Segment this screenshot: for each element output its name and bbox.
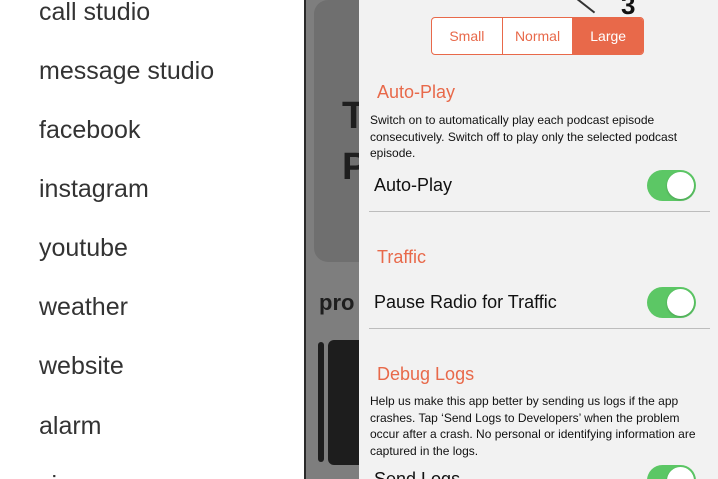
menu-item-youtube[interactable]: youtube xyxy=(39,233,128,263)
toggle-knob xyxy=(667,467,694,479)
text-size-large-button[interactable]: Large xyxy=(573,18,643,54)
traffic-section-title: Traffic xyxy=(377,247,427,267)
text-size-small-button[interactable]: Small xyxy=(432,18,503,54)
autoplay-section-title: Auto-Play xyxy=(377,82,456,102)
send-logs-label: Send Logs xyxy=(374,469,461,479)
menu-item-sign[interactable]: sign xyxy=(39,470,85,479)
send-logs-toggle[interactable] xyxy=(647,465,696,479)
row-separator xyxy=(369,211,710,212)
menu-item-weather[interactable]: weather xyxy=(39,292,128,322)
menu-item-website[interactable]: website xyxy=(39,351,124,381)
autoplay-toggle[interactable] xyxy=(647,170,696,201)
text-size-normal-button[interactable]: Normal xyxy=(503,18,574,54)
menu-item-message-studio[interactable]: message studio xyxy=(39,56,214,86)
menu-item-facebook[interactable]: facebook xyxy=(39,115,140,145)
menu-item-instagram[interactable]: instagram xyxy=(39,174,149,204)
row-separator xyxy=(369,328,710,329)
debug-logs-section-title: Debug Logs xyxy=(377,364,475,384)
menu-item-call-studio[interactable]: call studio xyxy=(39,0,150,27)
autoplay-label: Auto-Play xyxy=(374,175,453,195)
settings-panel: 3 Small Normal Large Auto-Play Switch on… xyxy=(359,0,718,479)
debug-logs-description: Help us make this app better by sending … xyxy=(370,394,696,458)
menu-item-alarm[interactable]: alarm xyxy=(39,411,102,441)
dimmed-background-page: T P pro xyxy=(306,0,366,479)
toggle-knob xyxy=(667,289,694,316)
pause-radio-for-traffic-toggle[interactable] xyxy=(647,287,696,318)
annotation-pointer-line xyxy=(564,0,596,14)
autoplay-description: Switch on to automatically play each pod… xyxy=(370,113,678,160)
side-menu: call studio message studio facebook inst… xyxy=(0,0,304,479)
toggle-knob xyxy=(667,172,694,199)
text-size-segmented-control: Small Normal Large xyxy=(431,17,644,55)
background-section-heading: pro xyxy=(319,290,355,315)
background-thumbnail xyxy=(318,342,324,462)
traffic-label: Pause Radio for Traffic xyxy=(374,292,557,312)
